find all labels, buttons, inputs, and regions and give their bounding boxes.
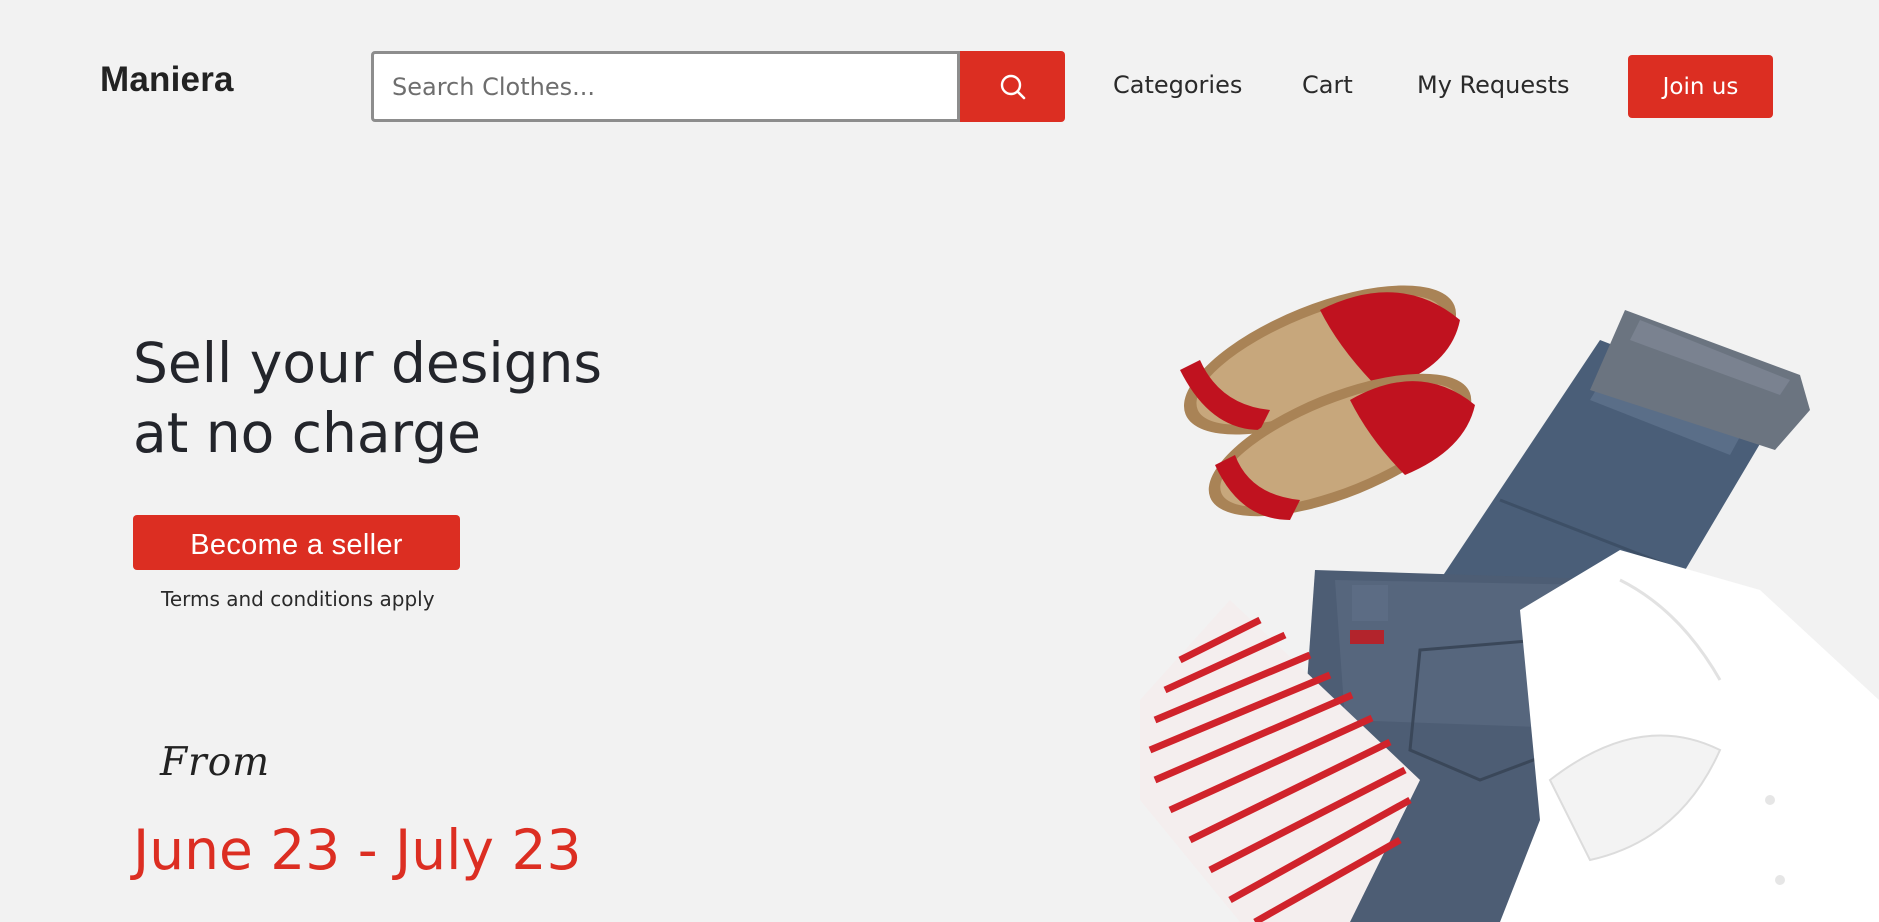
terms-note[interactable]: Terms and conditions apply [161,587,435,611]
search-button[interactable] [960,51,1065,122]
landing-page: Maniera Categories Cart My Requests Join… [0,0,1879,922]
hero-clothes-image [1140,285,1879,922]
site-logo[interactable]: Maniera [100,60,234,100]
join-button[interactable]: Join us [1628,55,1773,118]
search-bar [371,51,1065,122]
from-label: From [160,740,271,785]
nav-link-my-requests[interactable]: My Requests [1417,71,1570,99]
date-range: June 23 - July 23 [133,818,582,882]
red-sandals [1180,285,1475,520]
become-seller-button[interactable]: Become a seller [133,515,460,570]
white-shirt [1500,550,1879,922]
hero-headline-line-2: at no charge [133,401,481,465]
nav-link-cart[interactable]: Cart [1302,71,1353,99]
hero-headline-line-1: Sell your designs [133,331,603,395]
nav-link-categories[interactable]: Categories [1113,71,1242,99]
search-input[interactable] [371,51,960,122]
hero-headline: Sell your designs at no charge [133,328,602,468]
search-icon [1000,74,1025,99]
